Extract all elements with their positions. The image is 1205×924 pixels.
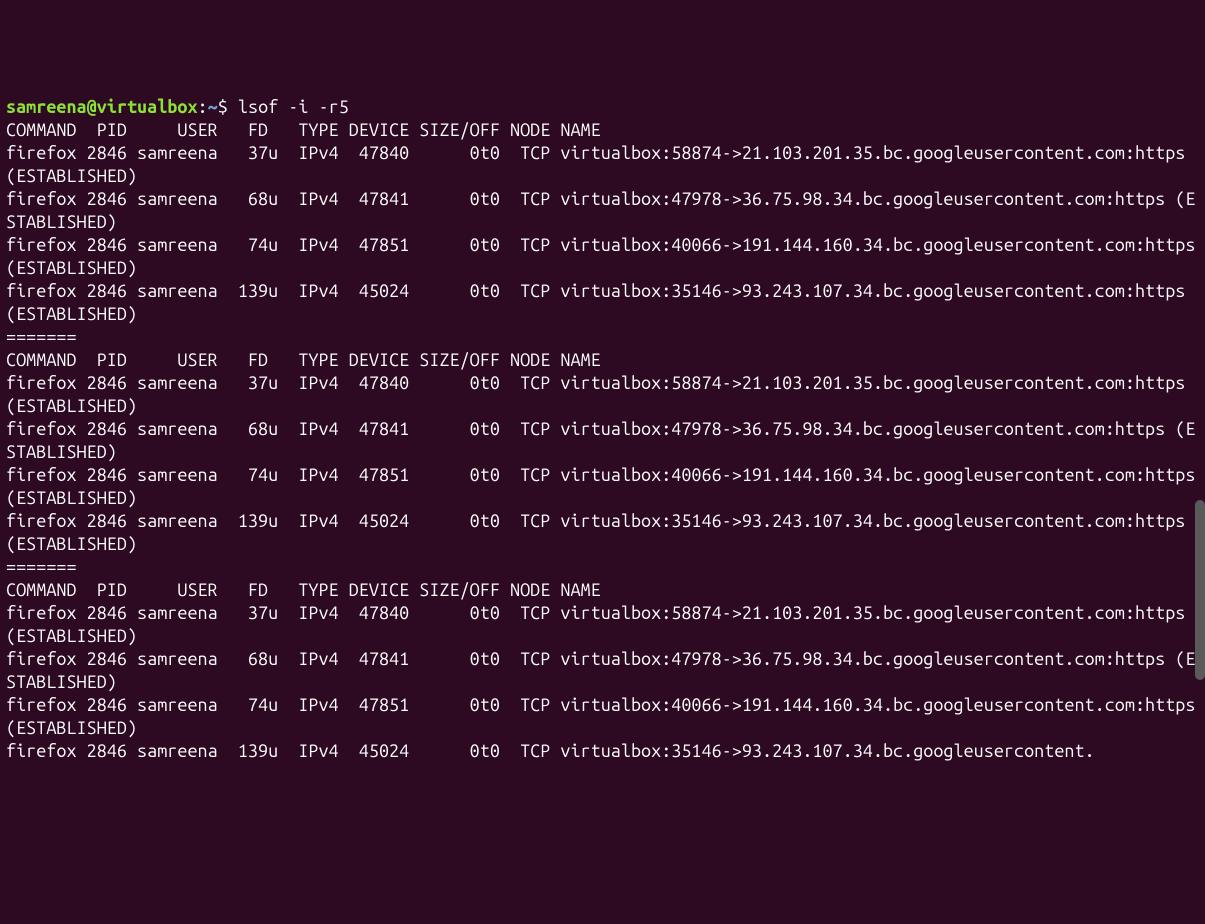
table-row: firefox 2846 samreena 139u IPv4 45024 0t… xyxy=(6,511,1195,554)
table-header: COMMAND PID USER FD TYPE DEVICE SIZE/OFF… xyxy=(6,350,601,370)
table-row: firefox 2846 samreena 37u IPv4 47840 0t0… xyxy=(6,373,1195,416)
prompt-colon: : xyxy=(198,97,208,117)
prompt-dollar: $ xyxy=(218,97,238,117)
table-row: firefox 2846 samreena 74u IPv4 47851 0t0… xyxy=(6,465,1205,508)
table-row: firefox 2846 samreena 68u IPv4 47841 0t0… xyxy=(6,649,1195,692)
separator: ======= xyxy=(6,327,77,347)
table-row: firefox 2846 samreena 139u IPv4 45024 0t… xyxy=(6,281,1195,324)
prompt-at: @ xyxy=(87,97,97,117)
table-row: firefox 2846 samreena 74u IPv4 47851 0t0… xyxy=(6,235,1205,278)
table-row: firefox 2846 samreena 68u IPv4 47841 0t0… xyxy=(6,419,1195,462)
table-row: firefox 2846 samreena 74u IPv4 47851 0t0… xyxy=(6,695,1205,738)
table-row: firefox 2846 samreena 68u IPv4 47841 0t0… xyxy=(6,189,1195,232)
table-header: COMMAND PID USER FD TYPE DEVICE SIZE/OFF… xyxy=(6,120,601,140)
prompt-host: virtualbox xyxy=(97,97,198,117)
table-row: firefox 2846 samreena 139u IPv4 45024 0t… xyxy=(6,741,1095,761)
prompt-path: ~ xyxy=(208,97,218,117)
table-row: firefox 2846 samreena 37u IPv4 47840 0t0… xyxy=(6,603,1195,646)
table-row: firefox 2846 samreena 37u IPv4 47840 0t0… xyxy=(6,143,1195,186)
scrollbar-thumb[interactable] xyxy=(1195,500,1205,680)
separator: ======= xyxy=(6,557,77,577)
table-header: COMMAND PID USER FD TYPE DEVICE SIZE/OFF… xyxy=(6,580,601,600)
command-text: lsof -i -r5 xyxy=(238,97,349,117)
terminal-output[interactable]: samreena@virtualbox:~$ lsof -i -r5 COMMA… xyxy=(6,96,1199,763)
prompt-user: samreena xyxy=(6,97,87,117)
